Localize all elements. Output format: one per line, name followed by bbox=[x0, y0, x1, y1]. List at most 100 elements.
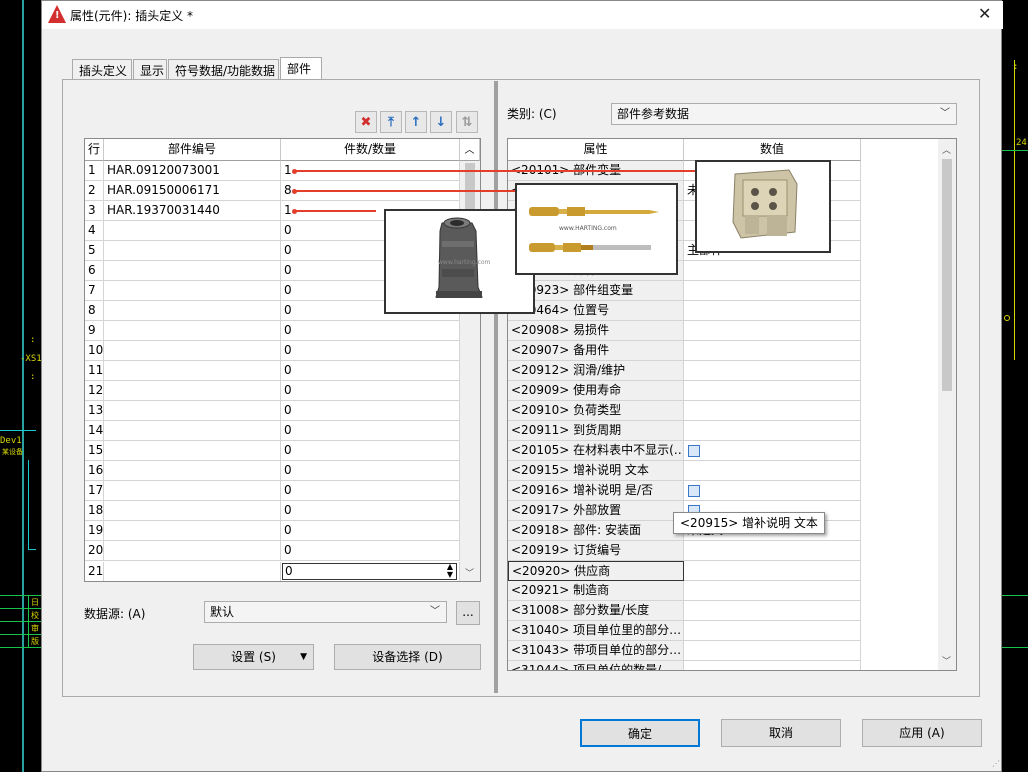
part-number-cell[interactable] bbox=[104, 301, 281, 321]
property-name[interactable]: <20921> 制造商 bbox=[508, 581, 684, 601]
property-name[interactable]: <20912> 润滑/维护 bbox=[508, 361, 684, 381]
property-checkbox[interactable] bbox=[688, 445, 700, 457]
quantity-cell[interactable]: 0 bbox=[281, 381, 460, 401]
property-name[interactable]: <20909> 使用寿命 bbox=[508, 381, 684, 401]
close-icon[interactable]: ✕ bbox=[978, 4, 991, 23]
datasource-browse-button[interactable]: ... bbox=[456, 601, 480, 625]
tab-symbol-function-data[interactable]: 符号数据/功能数据 bbox=[168, 59, 279, 79]
property-value[interactable] bbox=[684, 601, 861, 621]
table-row[interactable]: 13 0 bbox=[85, 401, 460, 421]
quantity-cell[interactable]: 0 bbox=[281, 421, 460, 441]
property-row[interactable]: <31040> 项目单位里的部分… bbox=[508, 621, 862, 641]
property-value[interactable] bbox=[684, 481, 861, 501]
scroll-up-button[interactable]: ︿ bbox=[460, 139, 480, 161]
chevron-down-icon[interactable]: ﹀ bbox=[942, 654, 951, 667]
property-value[interactable] bbox=[684, 581, 861, 601]
datasource-select[interactable]: 默认 ﹀ bbox=[204, 601, 447, 623]
property-name[interactable]: <20907> 备用件 bbox=[508, 341, 684, 361]
property-row[interactable]: <20916> 增补说明 是/否 bbox=[508, 481, 862, 501]
property-value[interactable] bbox=[684, 401, 861, 421]
dropdown-arrow-icon[interactable]: ▼ bbox=[300, 645, 307, 669]
property-row[interactable]: <31044> 项目单位的数量/… bbox=[508, 661, 862, 670]
property-checkbox[interactable] bbox=[688, 485, 700, 497]
property-value[interactable] bbox=[684, 281, 861, 301]
part-number-cell[interactable] bbox=[104, 401, 281, 421]
quantity-cell[interactable]: 0 bbox=[281, 521, 460, 541]
part-number-cell[interactable] bbox=[104, 341, 281, 361]
property-row[interactable]: <20907> 备用件 bbox=[508, 341, 862, 361]
property-row[interactable]: <20105> 在材料表中不显示(… bbox=[508, 441, 862, 461]
property-row[interactable]: <31008> 部分数量/长度 bbox=[508, 601, 862, 621]
property-name[interactable]: <20105> 在材料表中不显示(… bbox=[508, 441, 684, 461]
property-name[interactable]: <31043> 带项目单位的部分… bbox=[508, 641, 684, 661]
property-name[interactable]: <20915> 增补说明 文本 bbox=[508, 461, 684, 481]
property-value[interactable] bbox=[684, 461, 861, 481]
table-row[interactable]: 90 bbox=[85, 321, 460, 341]
table-row[interactable]: 14 0 bbox=[85, 421, 460, 441]
property-value[interactable] bbox=[684, 361, 861, 381]
quantity-cell[interactable]: 0 bbox=[281, 401, 460, 421]
part-number-cell[interactable] bbox=[104, 562, 281, 581]
settings-button[interactable]: 设置 (S) ▼ bbox=[193, 644, 314, 670]
column-header-value[interactable]: 数值 bbox=[684, 139, 861, 161]
property-row[interactable]: <20912> 润滑/维护 bbox=[508, 361, 862, 381]
table-row[interactable]: 10 0 bbox=[85, 341, 460, 361]
part-number-cell[interactable] bbox=[104, 521, 281, 541]
chevron-down-icon[interactable]: ﹀ bbox=[465, 566, 474, 579]
part-number-cell[interactable] bbox=[104, 541, 281, 561]
table-row[interactable]: 11 0 bbox=[85, 361, 460, 381]
property-value[interactable] bbox=[684, 441, 861, 461]
property-name[interactable]: <31008> 部分数量/长度 bbox=[508, 601, 684, 621]
quantity-cell[interactable]: 0 bbox=[281, 341, 460, 361]
table-row[interactable]: 15 0 bbox=[85, 441, 460, 461]
property-name[interactable]: <20920> 供应商 bbox=[508, 561, 684, 581]
property-row[interactable]: <20915> 增补说明 文本 bbox=[508, 461, 862, 481]
scrollbar-thumb[interactable] bbox=[942, 159, 952, 391]
part-number-cell[interactable]: HAR.09120073001 bbox=[104, 161, 281, 181]
property-row[interactable]: <20909> 使用寿命 bbox=[508, 381, 862, 401]
category-select[interactable]: 部件参考数据 ﹀ bbox=[611, 103, 957, 125]
column-header-row[interactable]: 行 bbox=[85, 139, 104, 161]
part-number-cell[interactable] bbox=[104, 281, 281, 301]
part-number-cell[interactable] bbox=[104, 361, 281, 381]
table-row[interactable]: 20 0 bbox=[85, 541, 460, 561]
property-name[interactable]: <20919> 订货编号 bbox=[508, 541, 684, 561]
quantity-cell[interactable]: 0 bbox=[281, 541, 460, 561]
panel-splitter[interactable] bbox=[494, 81, 498, 693]
part-number-cell[interactable] bbox=[104, 501, 281, 521]
property-value[interactable] bbox=[684, 561, 861, 581]
property-value[interactable] bbox=[684, 661, 861, 670]
property-value[interactable] bbox=[684, 421, 861, 441]
part-number-cell[interactable] bbox=[104, 421, 281, 441]
property-value[interactable] bbox=[684, 261, 861, 281]
column-header-property[interactable]: 属性 bbox=[508, 139, 684, 161]
quantity-cell[interactable]: 0 bbox=[281, 321, 460, 341]
part-number-cell[interactable] bbox=[104, 261, 281, 281]
property-name[interactable]: <31044> 项目单位的数量/… bbox=[508, 661, 684, 670]
part-number-cell[interactable] bbox=[104, 381, 281, 401]
property-value[interactable] bbox=[684, 301, 861, 321]
swap-button[interactable]: ⇅ bbox=[456, 111, 478, 133]
property-row[interactable]: <20908> 易损件 bbox=[508, 321, 862, 341]
part-number-cell[interactable] bbox=[104, 481, 281, 501]
property-row[interactable]: <20919> 订货编号 bbox=[508, 541, 862, 561]
tab-parts[interactable]: 部件 bbox=[280, 57, 322, 79]
property-value[interactable] bbox=[684, 541, 861, 561]
property-row[interactable]: <20920> 供应商 bbox=[508, 561, 862, 581]
part-number-cell[interactable] bbox=[104, 461, 281, 481]
chevron-up-icon[interactable]: ︿ bbox=[942, 143, 951, 156]
table-row[interactable]: 17 0 bbox=[85, 481, 460, 501]
property-value[interactable] bbox=[684, 341, 861, 361]
property-row[interactable]: <20921> 制造商 bbox=[508, 581, 862, 601]
property-name[interactable]: <31040> 项目单位里的部分… bbox=[508, 621, 684, 641]
device-select-button[interactable]: 设备选择 (D) bbox=[334, 644, 481, 670]
part-number-cell[interactable]: HAR.09150006171 bbox=[104, 181, 281, 201]
move-down-button[interactable]: ↓ bbox=[430, 111, 452, 133]
resize-grip-icon[interactable]: ⋰ bbox=[992, 759, 1000, 768]
table-row[interactable]: 12 0 bbox=[85, 381, 460, 401]
property-name[interactable]: <20918> 部件: 安装面 bbox=[508, 521, 684, 541]
tab-plug-definition[interactable]: 插头定义 bbox=[72, 59, 132, 79]
quantity-cell[interactable]: 0 bbox=[281, 461, 460, 481]
property-row[interactable]: <20923> 部件组变量 bbox=[508, 281, 862, 301]
column-header-part-number[interactable]: 部件编号 bbox=[104, 139, 281, 161]
